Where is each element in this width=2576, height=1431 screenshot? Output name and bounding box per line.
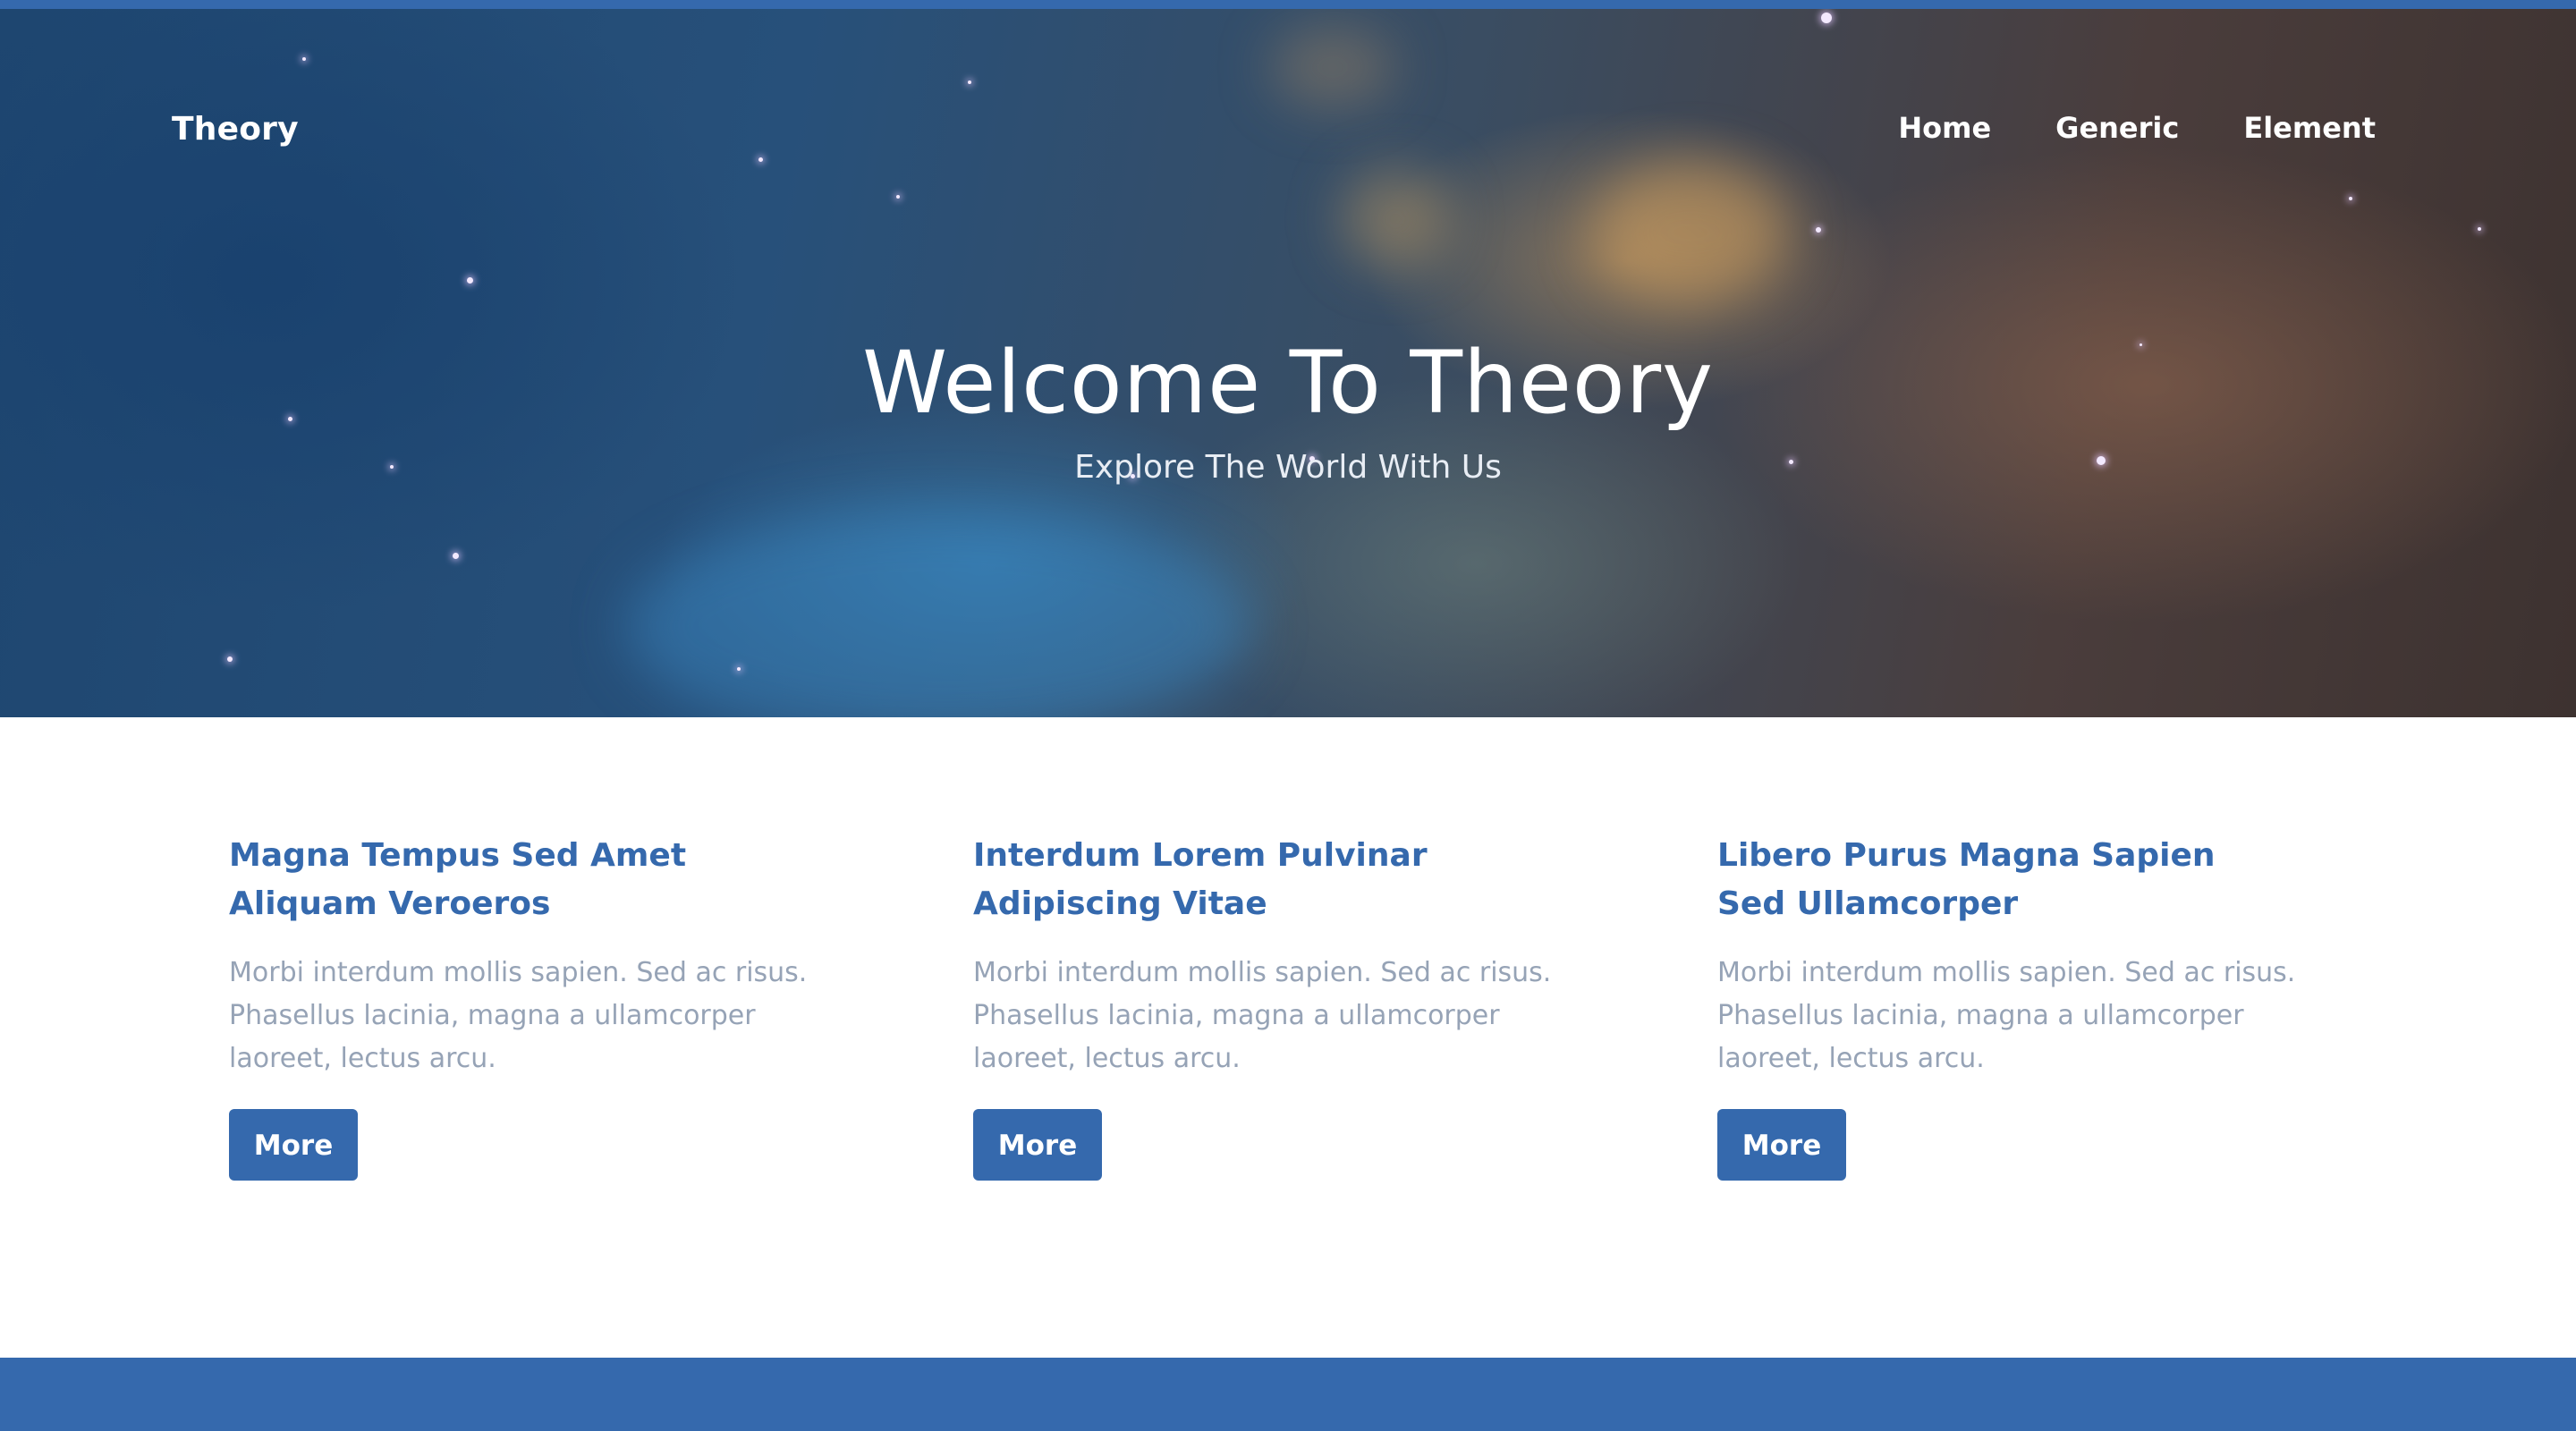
feature-title: Magna Tempus Sed Amet Aliquam Veroeros [229, 832, 873, 928]
star [968, 80, 971, 84]
features-section: Magna Tempus Sed Amet Aliquam Veroeros M… [0, 717, 2576, 1358]
star [2349, 197, 2352, 200]
star [453, 553, 459, 559]
nav-home-link[interactable]: Home [1898, 111, 1991, 145]
hero-title: Welcome To Theory [862, 333, 1714, 433]
top-accent-bar [0, 0, 2576, 9]
feature-card: Libero Purus Magna Sapien Sed Ullamcorpe… [1717, 832, 2361, 1181]
hero-subtitle: Explore The World With Us [1074, 449, 1502, 486]
nav-generic-link[interactable]: Generic [2055, 111, 2179, 145]
nebula-cloud [1270, 27, 1395, 107]
feature-description: Morbi interdum mollis sapien. Sed ac ris… [229, 957, 808, 1074]
nebula-cloud [626, 510, 1252, 717]
feature-title: Interdum Lorem Pulvinar Adipiscing Vitae [973, 832, 1617, 928]
star [302, 57, 306, 61]
star [737, 667, 741, 671]
nebula-cloud [1592, 161, 1789, 304]
more-button[interactable]: More [229, 1109, 358, 1181]
star [2478, 227, 2481, 231]
hero-banner: Theory Home Generic Element Welcome To T… [0, 9, 2576, 717]
feature-description: Morbi interdum mollis sapien. Sed ac ris… [973, 957, 1552, 1074]
site-logo[interactable]: Theory [172, 111, 299, 148]
more-button[interactable]: More [1717, 1109, 1846, 1181]
star [467, 277, 473, 284]
star [758, 157, 763, 162]
main-nav: Home Generic Element [1898, 111, 2376, 145]
star [1821, 13, 1832, 23]
star [896, 195, 900, 199]
nebula-cloud [1342, 170, 1449, 268]
feature-title-line: Magna Tempus Sed Amet [229, 837, 687, 874]
feature-title-line: Aliquam Veroeros [229, 885, 551, 922]
footer-bar [0, 1358, 2576, 1431]
nav-element-link[interactable]: Element [2243, 111, 2376, 145]
feature-description: Morbi interdum mollis sapien. Sed ac ris… [1717, 957, 2296, 1074]
feature-card: Magna Tempus Sed Amet Aliquam Veroeros M… [229, 832, 873, 1181]
feature-title-line: Adipiscing Vitae [973, 885, 1267, 922]
feature-title-line: Sed Ullamcorper [1717, 885, 2019, 922]
more-button[interactable]: More [973, 1109, 1102, 1181]
star [1816, 227, 1821, 233]
feature-title: Libero Purus Magna Sapien Sed Ullamcorpe… [1717, 832, 2361, 928]
feature-card: Interdum Lorem Pulvinar Adipiscing Vitae… [973, 832, 1617, 1181]
star [227, 656, 233, 662]
feature-title-line: Libero Purus Magna Sapien [1717, 837, 2216, 874]
feature-title-line: Interdum Lorem Pulvinar [973, 837, 1428, 874]
